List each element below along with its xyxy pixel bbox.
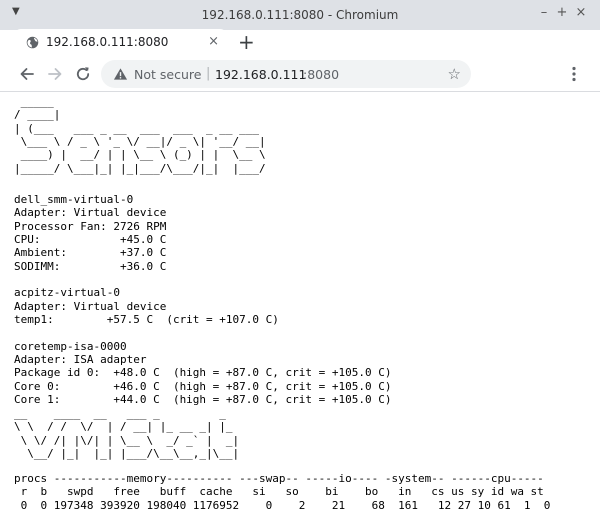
vmstat-output: procs -----------memory---------- ---swa…	[14, 472, 551, 512]
url-host[interactable]: 192.168.0.111	[215, 67, 306, 82]
maximize-icon[interactable]: +	[555, 6, 569, 20]
warning-triangle-icon[interactable]	[113, 67, 128, 81]
minimize-icon[interactable]: –	[537, 6, 551, 20]
browser-toolbar: Not secure | 192.168.0.111 :8080 ☆	[0, 57, 600, 92]
sensors-output: dell_smm-virtual-0 Adapter: Virtual devi…	[14, 193, 392, 407]
omnibox-separator: |	[206, 66, 211, 81]
title-bar: ▼ 192.168.0.111:8080 - Chromium – + ×	[0, 0, 600, 30]
security-label[interactable]: Not secure	[134, 67, 201, 82]
sensors-banner: _____ / ____| | (___ ___ _ __ ___ ___ _ …	[14, 95, 266, 175]
vmstat-banner: __ ____ __ ___ _ _ \ \ / / \/ | / __| |_…	[14, 407, 240, 461]
reload-icon[interactable]	[73, 64, 93, 84]
window-title: 192.168.0.111:8080 - Chromium	[201, 8, 399, 22]
url-port[interactable]: :8080	[303, 67, 339, 82]
browser-window: ▼ 192.168.0.111:8080 - Chromium – + × 19…	[0, 0, 600, 526]
address-bar[interactable]: Not secure | 192.168.0.111 :8080 ☆	[101, 60, 471, 88]
kebab-menu-icon[interactable]	[566, 65, 582, 83]
arrow-right-icon[interactable]	[45, 64, 65, 84]
globe-icon	[26, 36, 39, 49]
tab-title: 192.168.0.111:8080	[46, 35, 169, 49]
new-tab-button[interactable]: +	[238, 30, 255, 54]
tab-close-icon[interactable]: ×	[208, 34, 219, 49]
browser-tab[interactable]: 192.168.0.111:8080 ×	[14, 29, 227, 57]
page-content: _____ / ____| | (___ ___ _ __ ___ ___ _ …	[0, 92, 600, 526]
star-icon[interactable]: ☆	[448, 65, 461, 83]
arrow-left-icon[interactable]	[17, 64, 37, 84]
close-window-icon[interactable]: ×	[574, 6, 588, 20]
